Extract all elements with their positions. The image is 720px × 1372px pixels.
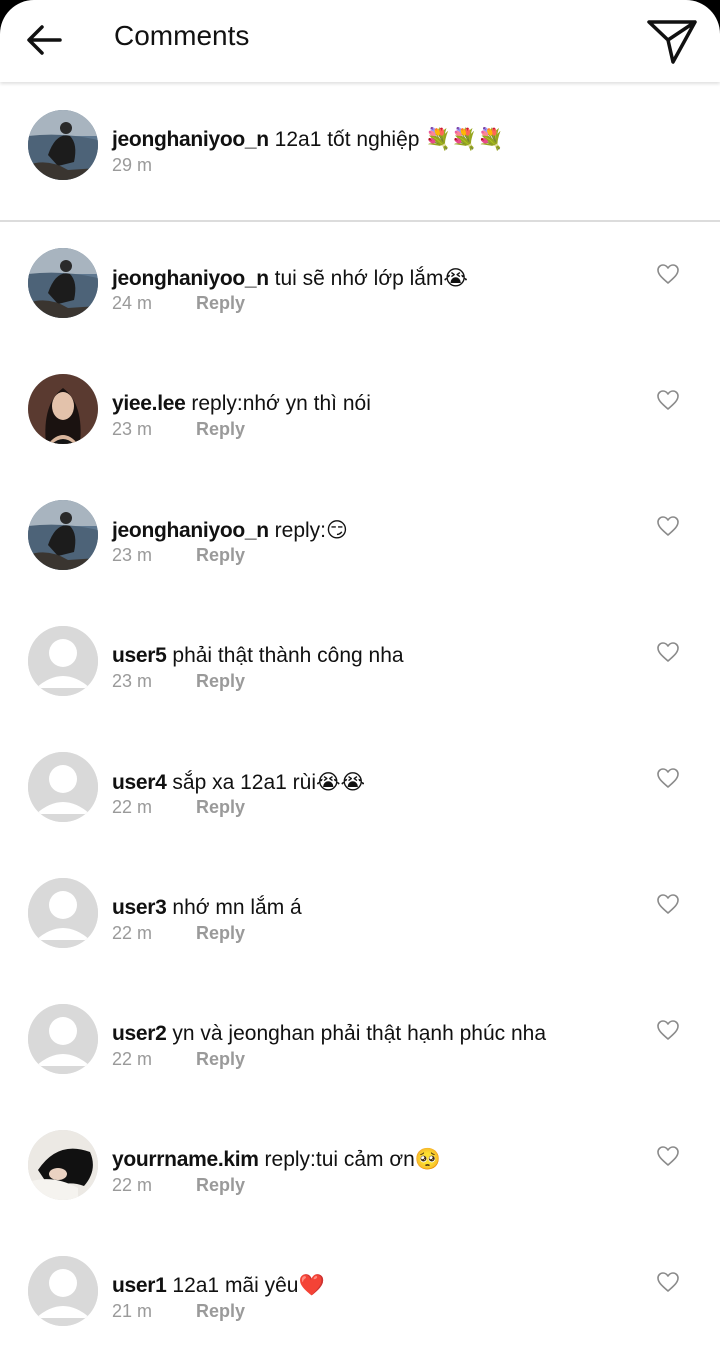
comment-text: yn và jeonghan phải thật hạnh phúc nha: [172, 1022, 547, 1045]
username[interactable]: user5: [112, 644, 167, 667]
comment-text: 12a1 mãi yêu❤️: [172, 1274, 325, 1297]
avatar[interactable]: [28, 374, 98, 444]
comment-meta: 23 m Reply: [112, 671, 245, 692]
timestamp: 22 m: [112, 923, 153, 943]
comment-text: reply:😏: [274, 519, 348, 542]
heart-icon[interactable]: [656, 389, 680, 411]
page-title: Comments: [114, 20, 250, 51]
app-header: Comments: [0, 0, 720, 82]
avatar[interactable]: [28, 878, 98, 948]
comment-meta: 23 m Reply: [112, 545, 245, 566]
post-caption: jeonghaniyoo_n 12a1 tốt nghiệp 💐💐💐 29 m: [0, 100, 720, 222]
reply-button[interactable]: Reply: [196, 545, 245, 566]
comment-item: user5 phải thật thành công nha 23 m Reply: [0, 616, 720, 742]
comment-meta: 22 m Reply: [112, 923, 245, 944]
reply-button[interactable]: Reply: [196, 1049, 245, 1070]
heart-icon[interactable]: [656, 1271, 680, 1293]
comment-line: user1 12a1 mãi yêu❤️: [112, 1274, 325, 1298]
comment-text: reply:tui cảm ơn🥺: [264, 1148, 441, 1171]
reply-button[interactable]: Reply: [196, 923, 245, 944]
comment-text: tui sẽ nhớ lớp lắm😭: [274, 267, 468, 290]
comment-text: sắp xa 12a1 rùi😭😭: [172, 771, 366, 794]
reply-button[interactable]: Reply: [196, 1301, 245, 1322]
comment-line: jeonghaniyoo_n tui sẽ nhớ lớp lắm😭: [112, 266, 468, 291]
direct-send-icon[interactable]: [644, 14, 700, 68]
heart-icon[interactable]: [656, 641, 680, 663]
timestamp: 23 m: [112, 419, 153, 439]
avatar[interactable]: [28, 110, 98, 180]
comment-line: jeonghaniyoo_n reply:😏: [112, 518, 348, 543]
heart-icon[interactable]: [656, 515, 680, 537]
avatar[interactable]: [28, 1256, 98, 1326]
comment-line: user5 phải thật thành công nha: [112, 644, 404, 668]
username[interactable]: user2: [112, 1022, 167, 1045]
reply-button[interactable]: Reply: [196, 419, 245, 440]
comment-item: jeonghaniyoo_n tui sẽ nhớ lớp lắm😭 24 m Re…: [0, 238, 720, 364]
avatar[interactable]: [28, 248, 98, 318]
avatar[interactable]: [28, 626, 98, 696]
reply-button[interactable]: Reply: [196, 1175, 245, 1196]
reply-button[interactable]: Reply: [196, 293, 245, 314]
avatar[interactable]: [28, 1130, 98, 1200]
comment-line: yourrname.kim reply:tui cảm ơn🥺: [112, 1148, 441, 1172]
comment-item: yiee.lee reply:nhớ yn thì nói 23 m Reply: [0, 364, 720, 490]
avatar[interactable]: [28, 752, 98, 822]
timestamp: 22 m: [112, 797, 153, 817]
post-text: jeonghaniyoo_n 12a1 tốt nghiệp 💐💐💐: [112, 128, 504, 152]
comment-item: jeonghaniyoo_n reply:😏 23 m Reply: [0, 490, 720, 616]
comment-meta: 24 m Reply: [112, 293, 245, 314]
comment-text: phải thật thành công nha: [172, 644, 404, 667]
timestamp: 23 m: [112, 671, 153, 691]
comment-line: user2 yn và jeonghan phải thật hạnh phúc…: [112, 1022, 546, 1046]
username[interactable]: jeonghaniyoo_n: [112, 519, 269, 542]
comment-text: nhớ mn lắm á: [172, 896, 302, 919]
comment-item: user2 yn và jeonghan phải thật hạnh phúc…: [0, 994, 720, 1120]
username[interactable]: jeonghaniyoo_n: [112, 128, 269, 151]
timestamp: 29 m: [112, 155, 153, 175]
reply-button[interactable]: Reply: [196, 671, 245, 692]
timestamp: 24 m: [112, 293, 153, 313]
username[interactable]: user4: [112, 771, 167, 794]
heart-icon[interactable]: [656, 1145, 680, 1167]
comment-item: user4 sắp xa 12a1 rùi😭😭 22 m Reply: [0, 742, 720, 868]
heart-icon[interactable]: [656, 263, 680, 285]
comment-text: 12a1 tốt nghiệp 💐💐💐: [274, 128, 504, 151]
avatar[interactable]: [28, 1004, 98, 1074]
reply-button[interactable]: Reply: [196, 797, 245, 818]
comment-meta: 21 m Reply: [112, 1301, 245, 1322]
username[interactable]: jeonghaniyoo_n: [112, 267, 269, 290]
comment-line: user4 sắp xa 12a1 rùi😭😭: [112, 770, 365, 795]
timestamp: 22 m: [112, 1049, 153, 1069]
back-arrow-icon[interactable]: [22, 18, 66, 62]
comment-meta: 22 m Reply: [112, 1049, 245, 1070]
comment-item: user1 12a1 mãi yêu❤️ 21 m Reply: [0, 1246, 720, 1372]
timestamp: 21 m: [112, 1301, 153, 1321]
comment-text: reply:nhớ yn thì nói: [191, 392, 371, 415]
heart-icon[interactable]: [656, 1019, 680, 1041]
comment-meta: 22 m Reply: [112, 797, 245, 818]
username[interactable]: user3: [112, 896, 167, 919]
username[interactable]: yourrname.kim: [112, 1148, 259, 1171]
timestamp: 22 m: [112, 1175, 153, 1195]
comment-line: yiee.lee reply:nhớ yn thì nói: [112, 392, 371, 416]
username[interactable]: yiee.lee: [112, 392, 186, 415]
timestamp: 23 m: [112, 545, 153, 565]
heart-icon[interactable]: [656, 767, 680, 789]
comment-line: user3 nhớ mn lắm á: [112, 896, 302, 920]
heart-icon[interactable]: [656, 893, 680, 915]
avatar[interactable]: [28, 500, 98, 570]
comment-item: yourrname.kim reply:tui cảm ơn🥺 22 m Reply: [0, 1120, 720, 1246]
username[interactable]: user1: [112, 1274, 167, 1297]
comment-item: user3 nhớ mn lắm á 22 m Reply: [0, 868, 720, 994]
comment-meta: 22 m Reply: [112, 1175, 245, 1196]
comment-meta: 23 m Reply: [112, 419, 245, 440]
